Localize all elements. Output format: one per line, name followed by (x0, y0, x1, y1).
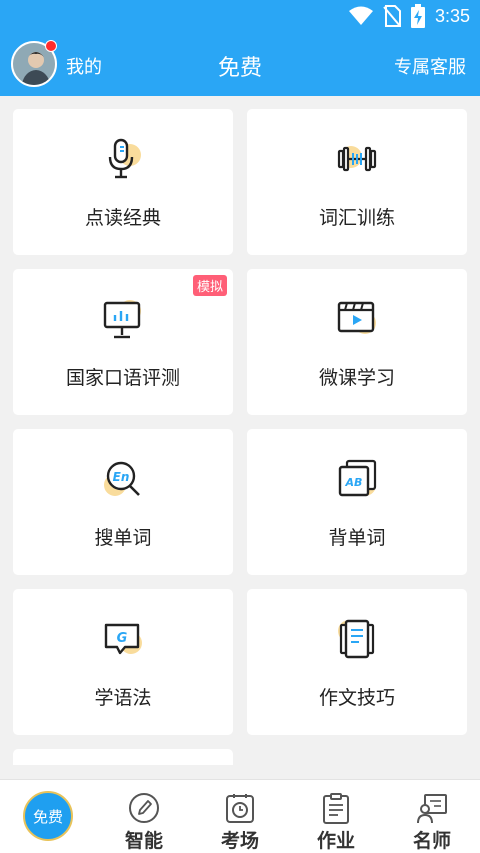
teacher-board-icon (417, 794, 447, 824)
battery-charging-icon (410, 4, 425, 28)
no-sim-icon (383, 5, 401, 27)
tab-famous-teacher[interactable]: 名师 (384, 780, 480, 853)
tab-label: 考场 (220, 830, 259, 852)
card-search-word[interactable]: En 搜单词 (13, 429, 233, 575)
tab-free[interactable]: 免费 (0, 780, 96, 853)
tab-label: 作业 (316, 830, 355, 852)
presentation-board-icon (103, 300, 141, 339)
svg-text:G: G (117, 631, 128, 646)
card-label: 学语法 (94, 687, 152, 709)
status-bar: 3:35 (0, 0, 480, 34)
microphone-icon (108, 138, 141, 179)
card-micro-course[interactable]: 微课学习 (247, 269, 467, 415)
card-label: 微课学习 (318, 367, 395, 389)
svg-text:AB: AB (345, 476, 363, 489)
status-time: 3:35 (434, 5, 470, 26)
card-reading-classics[interactable]: 点读经典 (13, 109, 233, 255)
card-label: 词汇训练 (318, 207, 395, 229)
tab-label: 名师 (412, 830, 451, 852)
tab-label: 智能 (124, 830, 163, 852)
card-label: 背单词 (328, 527, 386, 549)
tab-homework[interactable]: 作业 (288, 780, 384, 853)
card-label: 点读经典 (84, 207, 161, 229)
card-label: 搜单词 (94, 527, 152, 549)
wifi-icon (348, 6, 373, 25)
dumbbell-icon (337, 146, 377, 172)
card-national-oral-test[interactable]: 模拟 国家口语评测 (13, 269, 233, 415)
card-label: 国家口语评测 (65, 367, 180, 389)
card-learn-grammar[interactable]: G 学语法 (13, 589, 233, 735)
stopwatch-icon (226, 794, 254, 823)
search-en-icon: En (104, 461, 140, 496)
bottom-tab-bar: 免费 智能 考场 作业 名师 (0, 779, 480, 853)
header: 我的 免费 专属客服 (0, 34, 480, 96)
grammar-bubble-icon: G (104, 623, 142, 655)
card-memorize-words[interactable]: AB 背单词 (247, 429, 467, 575)
card-writing-skills[interactable]: 作文技巧 (247, 589, 467, 735)
tab-exam-room[interactable]: 考场 (192, 780, 288, 853)
card-partial[interactable] (13, 749, 233, 765)
card-label: 作文技巧 (318, 687, 395, 709)
document-copy-icon (338, 619, 375, 659)
tab-smart[interactable]: 智能 (96, 780, 192, 853)
mock-badge: 模拟 (192, 275, 227, 296)
free-button[interactable]: 免费 (23, 791, 73, 841)
customer-service-link[interactable]: 专属客服 (394, 53, 466, 79)
video-player-icon (337, 301, 376, 334)
card-vocabulary-training[interactable]: 词汇训练 (247, 109, 467, 255)
svg-text:En: En (113, 470, 130, 484)
clipboard-icon (323, 793, 349, 824)
flashcards-ab-icon: AB (338, 459, 377, 497)
pencil-circle-icon (129, 793, 159, 823)
